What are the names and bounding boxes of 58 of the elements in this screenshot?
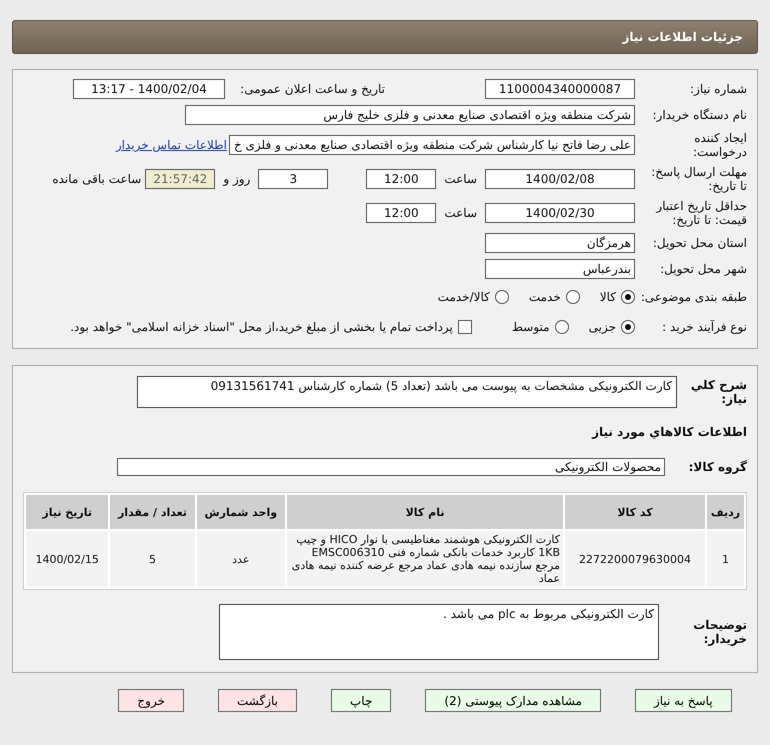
field-label: تاریخ و ساعت اعلان عمومی:	[239, 82, 385, 96]
action-button[interactable]: خروج	[118, 689, 184, 712]
validity-date-field: 1400/02/30	[485, 203, 635, 223]
city-field: بندرعباس	[485, 259, 635, 279]
page-title: جزئیات اطلاعات نیاز	[622, 30, 743, 44]
buyer-org-field: شرکت منطقه ویژه اقتصادی صنایع معدنی و فلزی خلیج فارس	[185, 105, 635, 125]
field-label: استان محل تحویل:	[652, 236, 747, 250]
table-cell: عدد	[196, 531, 286, 587]
time-label: ساعت	[444, 206, 477, 220]
requester-field: علی رضا فاتح نیا کارشناس شرکت منطقه ویژه اقتصادی صنایع معدنی و فلزی خ	[229, 135, 635, 155]
column-header: نام کالا	[287, 495, 564, 529]
field-label: مهلت ارسال پاسخ: تا تاریخ:	[651, 165, 747, 193]
field-label: ایجاد کننده درخواست:	[692, 131, 747, 159]
notes-field: کارت الکترونیکی مربوط به plc می باشد .	[219, 604, 659, 660]
action-button[interactable]: پاسخ به نیاز	[634, 689, 732, 712]
category-radio[interactable]: کالا	[600, 290, 635, 304]
category-radio[interactable]: کالا/خدمت	[438, 290, 509, 304]
deadline-date-field: 1400/02/08	[485, 169, 635, 189]
days-field: 3	[258, 169, 328, 189]
field-label: شرح كلي نياز:	[690, 378, 747, 406]
action-button[interactable]: بازگشت	[218, 689, 297, 712]
action-button[interactable]: چاپ	[331, 689, 392, 712]
field-label: طبقه بندی موضوعی:	[640, 290, 747, 304]
need-number-field: 1100004340000087	[485, 79, 635, 99]
contact-link[interactable]: اطلاعات تماس خریدار	[116, 138, 227, 152]
description-field: کارت الکترونیکی مشخصات به پیوست می باشد (تعداد 5) شماره کارشناس 09131561741	[137, 376, 677, 408]
field-label: شماره نیاز:	[689, 82, 747, 96]
deadline-time-field: 12:00	[366, 169, 436, 189]
field-label: توضیحات خریدار:	[692, 618, 747, 646]
remaining-label: ساعت باقی مانده	[52, 172, 142, 186]
section-title: اطلاعات كالاهاي مورد نياز	[590, 425, 747, 439]
table-cell: 1	[706, 531, 744, 587]
table-cell: کارت الکترونیکی هوشمند مغناطیسی با نوار HICO و چیپ 1KB کاربرد خدمات بانکی شماره فنی EMSC006310 مرجع سازنده نیمه هادی عماد مرجع عرضه کننده نیمه هادی عماد	[287, 531, 564, 587]
table-cell: 1400/02/15	[26, 531, 108, 587]
column-header: تاریخ نیاز	[26, 495, 108, 529]
province-field: هرمزگان	[485, 233, 635, 253]
field-label: گروه كالا:	[688, 460, 747, 474]
table-cell: 5	[110, 531, 195, 587]
time-label: ساعت	[444, 172, 477, 186]
days-label: روز و	[223, 172, 250, 186]
field-label: شهر محل تحویل:	[659, 262, 747, 276]
column-header: واحد شمارش	[196, 495, 286, 529]
field-label: حداقل تاریخ اعتبار قیمت: تا تاریخ:	[654, 199, 747, 227]
remaining-time-field: 21:57:42	[145, 169, 216, 189]
field-label: نوع فرآیند خرید :	[661, 320, 747, 334]
process-radio[interactable]: متوسط	[512, 320, 569, 334]
announce-date-field: 1400/02/04 - 13:17	[73, 79, 225, 99]
column-header: ردیف	[706, 495, 744, 529]
process-radio[interactable]: جزیی	[588, 320, 635, 334]
column-header: کد کالا	[565, 495, 705, 529]
validity-time-field: 12:00	[366, 203, 436, 223]
category-radio[interactable]: خدمت	[528, 290, 580, 304]
field-label: نام دستگاه خریدار:	[652, 108, 747, 122]
column-header: تعداد / مقدار	[110, 495, 195, 529]
payment-checkbox[interactable]: پرداخت تمام یا بخشی از مبلغ خرید،از محل "اسناد خزانه اسلامی" خواهد بود.	[70, 320, 472, 334]
action-button[interactable]: مشاهده مدارک پیوستی (2)	[425, 689, 601, 712]
table-cell: 2272200079630004	[565, 531, 705, 587]
group-field: محصولات الکترونیکی	[117, 458, 665, 476]
